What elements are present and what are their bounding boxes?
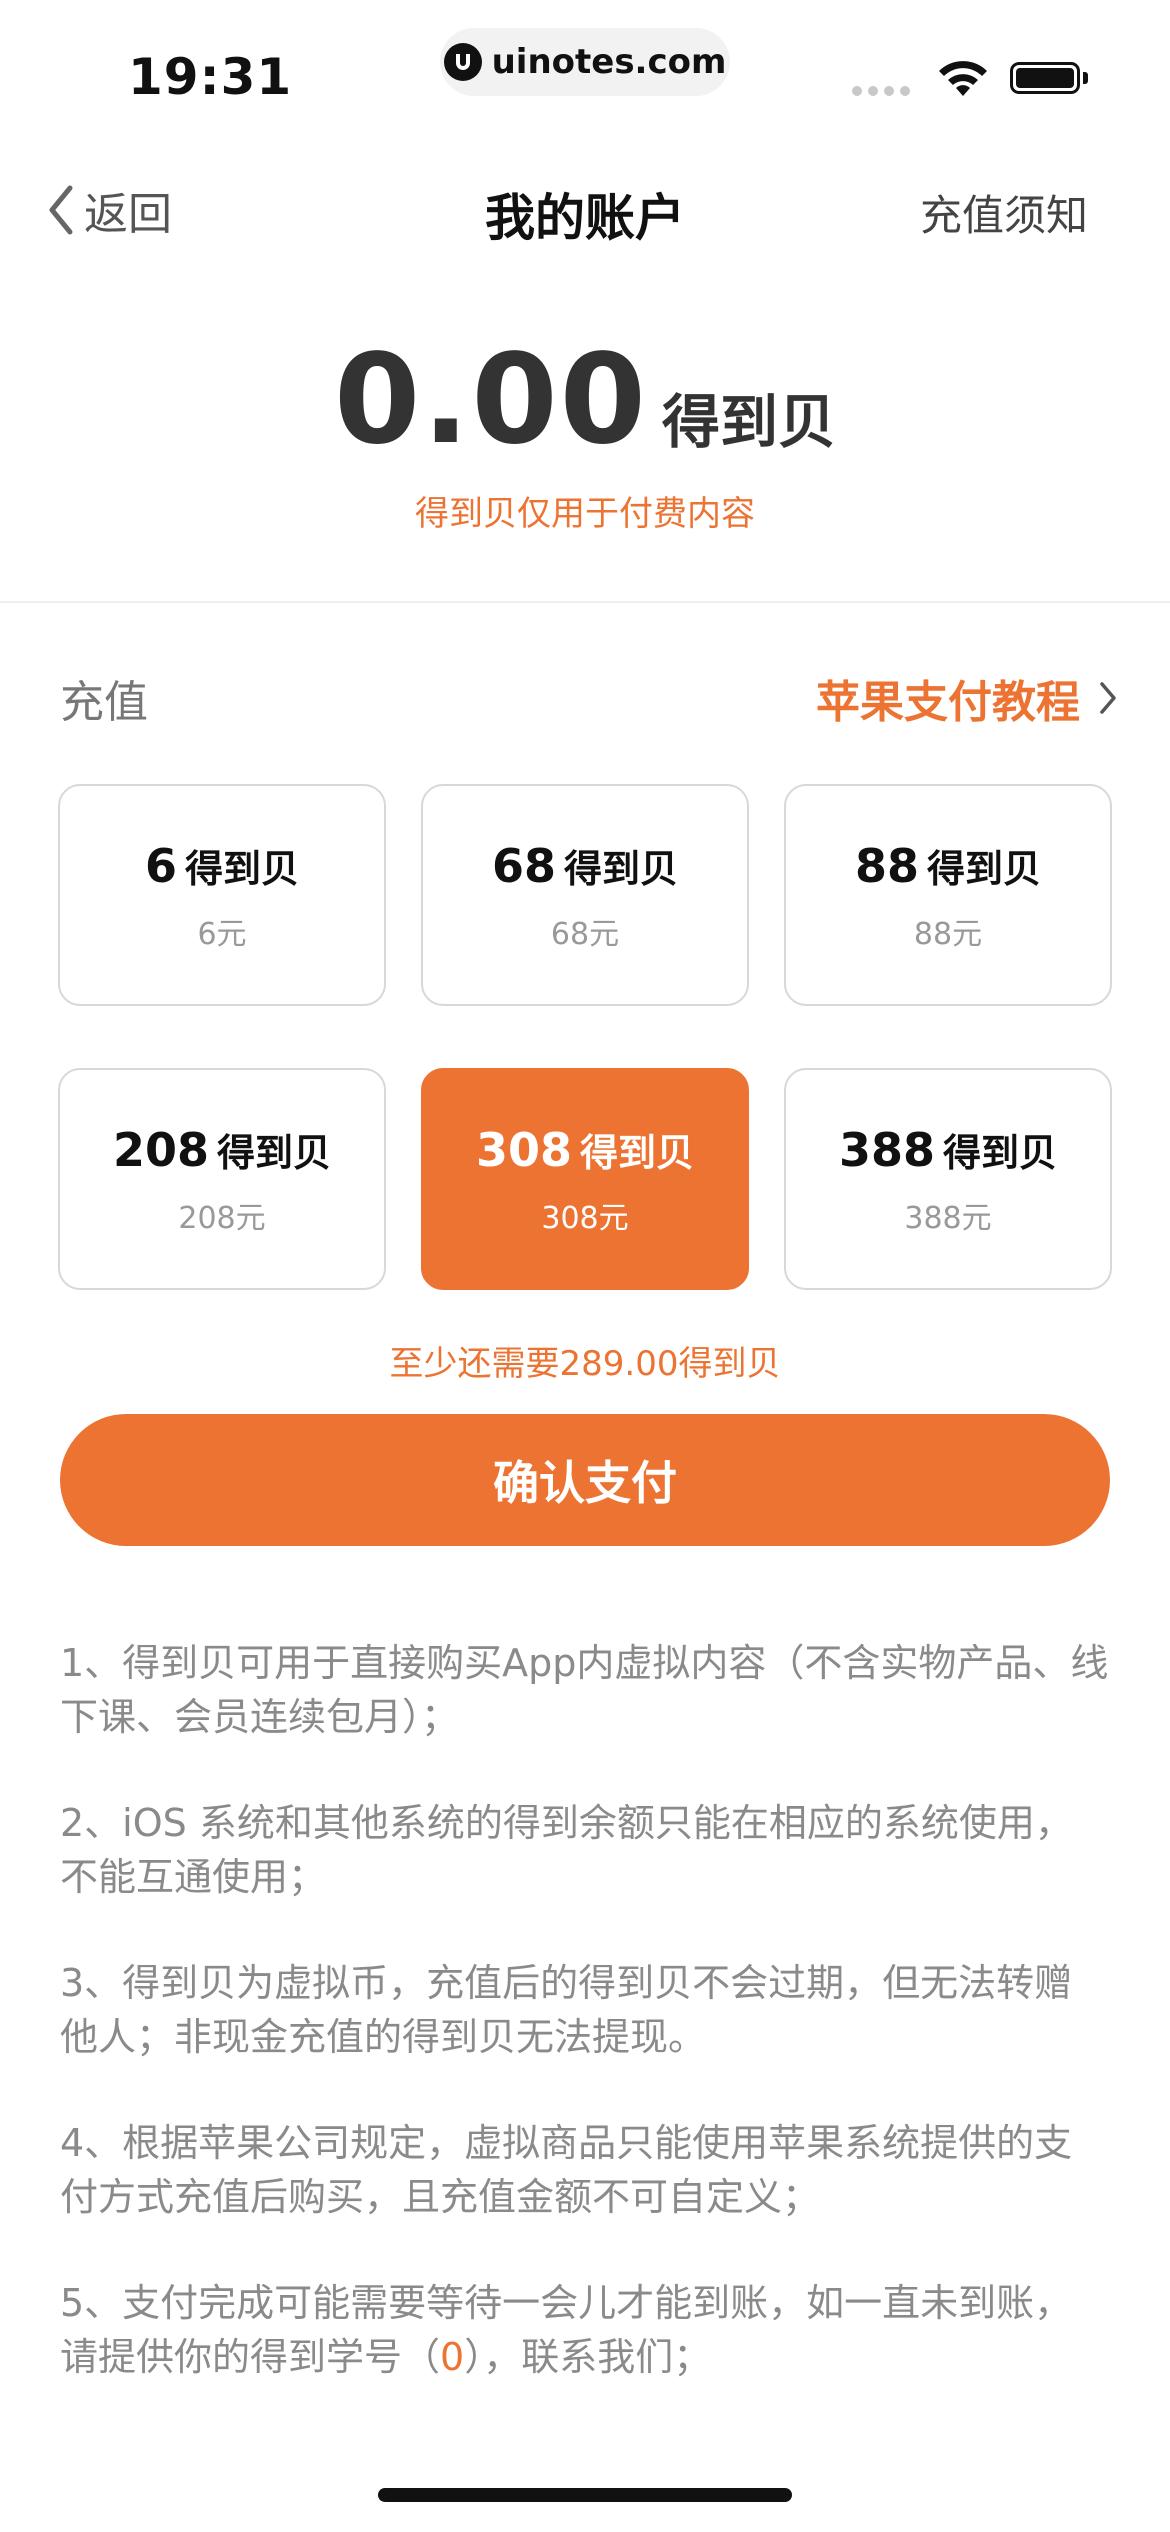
package-option[interactable]: 388 得到贝 388元: [784, 1068, 1112, 1290]
package-option[interactable]: 88 得到贝 88元: [784, 784, 1112, 1006]
chevron-right-icon: [1100, 682, 1116, 714]
package-option[interactable]: 68 得到贝 68元: [421, 784, 749, 1006]
apple-pay-tutorial-link[interactable]: 苹果支付教程: [816, 666, 1118, 730]
student-id-link[interactable]: 0: [440, 2335, 464, 2379]
wifi-icon: [939, 61, 987, 96]
package-amount: 388 得到贝: [838, 1122, 1058, 1177]
balance-unit: 得到贝: [661, 388, 836, 456]
package-option[interactable]: 6 得到贝 6元: [58, 784, 386, 1006]
note-item: 3、得到贝为虚拟币，充值后的得到贝不会过期，但无法转赠他人；非现金充值的得到贝无…: [60, 1961, 1073, 2059]
package-price: 6元: [197, 916, 247, 952]
confirm-pay-button[interactable]: 确认支付: [60, 1414, 1110, 1546]
section-divider: [0, 601, 1170, 603]
package-amount: 88 得到贝: [854, 838, 1042, 893]
status-time: 19:31: [128, 48, 293, 106]
balance-note: 得到贝仅用于付费内容: [415, 494, 755, 534]
package-option-selected[interactable]: 308 得到贝 308元: [421, 1068, 749, 1290]
package-price: 88元: [913, 916, 983, 952]
note-item: 2、iOS 系统和其他系统的得到余额只能在相应的系统使用，不能互通使用；: [60, 1801, 1073, 1899]
package-amount: 6 得到贝: [144, 838, 300, 893]
package-amount: 208 得到贝: [112, 1122, 332, 1177]
package-price: 308元: [541, 1200, 629, 1236]
package-amount: 308 得到贝: [475, 1122, 695, 1177]
recharge-notice-link[interactable]: 充值须知: [920, 182, 1088, 243]
note-item: 4、根据苹果公司规定，虚拟商品只能使用苹果系统提供的支付方式充值后购买，且充值金…: [60, 2121, 1073, 2219]
recharge-notes: 1、得到贝可用于直接购买App内虚拟内容（不含实物产品、线下课、会员连续包月）；…: [60, 1636, 1110, 2436]
package-price: 208元: [178, 1200, 266, 1236]
cellular-signal-icon: [852, 86, 910, 96]
package-option[interactable]: 208 得到贝 208元: [58, 1068, 386, 1290]
url-text: uinotes.com: [491, 42, 727, 82]
package-price: 68元: [550, 916, 620, 952]
note-item: 5、支付完成可能需要等待一会儿才能到账，如一直未到账，请提供你的得到学号（0），…: [60, 2281, 1073, 2379]
note-item: 1、得到贝可用于直接购买App内虚拟内容（不含实物产品、线下课、会员连续包月）；: [60, 1641, 1109, 1739]
package-amount: 68 得到贝: [491, 838, 679, 893]
balance-display: 0.00 得到贝: [0, 328, 1170, 472]
url-pill[interactable]: uinotes.com: [440, 28, 730, 96]
battery-icon: [1010, 62, 1080, 94]
insufficient-balance-hint: 至少还需要289.00得到贝: [389, 1344, 781, 1384]
home-indicator[interactable]: [378, 2488, 792, 2502]
battery-tip: [1083, 72, 1088, 84]
site-logo-icon: [443, 43, 482, 81]
balance-amount: 0.00: [334, 328, 648, 472]
package-price: 388元: [904, 1200, 992, 1236]
recharge-label: 充值: [60, 677, 148, 728]
tutorial-label: 苹果支付教程: [816, 677, 1080, 728]
